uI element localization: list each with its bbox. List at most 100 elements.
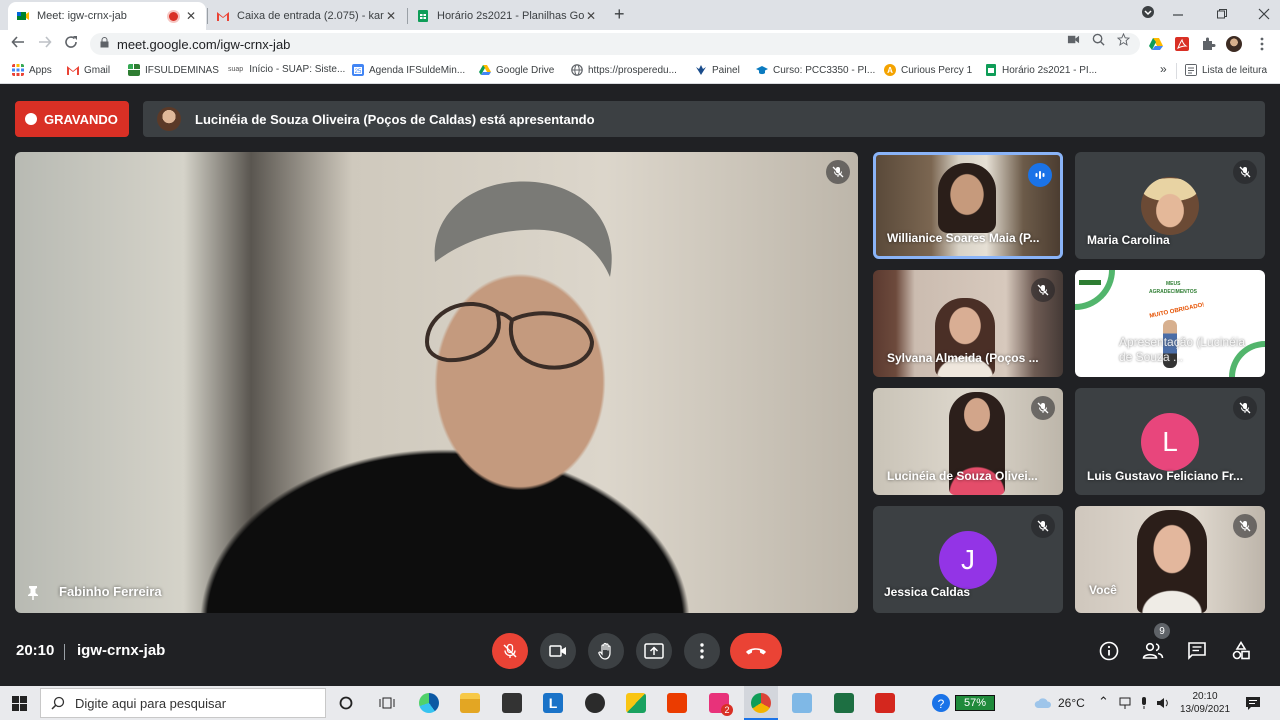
windows-start-icon[interactable]: [12, 696, 27, 711]
meeting-details-button[interactable]: [1097, 639, 1121, 663]
sticky-app-icon[interactable]: [626, 693, 646, 713]
office-icon[interactable]: [667, 693, 687, 713]
notification-app-icon[interactable]: 2: [709, 693, 733, 716]
bookmark-google-drive[interactable]: Google Drive: [479, 64, 554, 76]
volume-icon[interactable]: [1156, 696, 1170, 710]
tab-meet[interactable]: Meet: igw-crnx-jab ✕: [8, 2, 206, 30]
close-tab-icon[interactable]: ✕: [184, 9, 198, 23]
globe-icon: [571, 64, 583, 76]
participant-tile-luis-gustavo[interactable]: L Luis Gustavo Feliciano Fr...: [1075, 388, 1265, 495]
camera-toggle-button[interactable]: [540, 633, 576, 669]
participant-tile-sylvana[interactable]: Sylvana Almeida (Poços ...: [873, 270, 1063, 377]
url-field[interactable]: meet.google.com/igw-crnx-jab: [90, 33, 1140, 55]
chat-button[interactable]: [1185, 639, 1209, 663]
back-icon[interactable]: [11, 35, 25, 53]
microphone-tray-icon[interactable]: [1140, 696, 1148, 710]
slide-logo: [1079, 280, 1101, 285]
forward-icon[interactable]: [38, 35, 52, 53]
microsoft-store-icon[interactable]: [502, 693, 522, 713]
participant-avatar: [1141, 177, 1199, 235]
raise-hand-button[interactable]: [588, 633, 624, 669]
participant-tile-willianice[interactable]: Willianice Soares Maia (P...: [873, 152, 1063, 259]
new-tab-button[interactable]: +: [614, 4, 625, 25]
close-tab-icon[interactable]: ✕: [584, 9, 598, 23]
svg-text:A: A: [887, 66, 893, 75]
activities-button[interactable]: [1229, 639, 1253, 663]
help-icon[interactable]: ?: [932, 694, 950, 712]
app-l-icon[interactable]: L: [543, 693, 563, 713]
acrobat-icon[interactable]: [875, 693, 895, 713]
people-button[interactable]: [1141, 639, 1165, 663]
muted-mic-icon: [1031, 396, 1055, 420]
zoom-icon[interactable]: [1092, 33, 1105, 46]
participant-name: Luis Gustavo Feliciano Fr...: [1087, 469, 1244, 483]
excel-icon[interactable]: [834, 693, 854, 713]
battery-indicator[interactable]: 57%: [955, 695, 995, 711]
weather-temperature[interactable]: 26°C: [1058, 696, 1085, 710]
bookmark-suap[interactable]: suap Início - SUAP: Siste...: [228, 64, 345, 75]
remote-desktop-icon[interactable]: [792, 693, 812, 713]
bookmark-star-icon[interactable]: [1117, 33, 1130, 46]
bookmark-label: Agenda IFSuldeMin...: [369, 64, 466, 76]
network-icon[interactable]: [1119, 696, 1131, 710]
camera-permission-icon[interactable]: [1067, 33, 1080, 46]
more-options-button[interactable]: [684, 633, 720, 669]
edge-icon[interactable]: [419, 693, 439, 713]
present-screen-button[interactable]: [636, 633, 672, 669]
record-dot-icon: [25, 113, 37, 125]
reload-icon[interactable]: [64, 35, 78, 53]
tray-chevron-up-icon[interactable]: ⌃: [1098, 694, 1109, 710]
bookmark-agenda[interactable]: 25 Agenda IFSuldeMin...: [352, 64, 465, 76]
participant-video: [1137, 510, 1207, 613]
main-speaker-tile[interactable]: Fabinho Ferreira: [15, 152, 858, 613]
profile-avatar[interactable]: [1226, 36, 1242, 52]
recording-indicator-icon: [169, 11, 178, 21]
adobe-acrobat-extension-icon[interactable]: [1174, 36, 1190, 52]
meeting-clock: 20:10: [16, 642, 55, 659]
participant-tile-maria-carolina[interactable]: Maria Carolina: [1075, 152, 1265, 259]
minimize-icon[interactable]: [1172, 8, 1184, 24]
bookmark-horario[interactable]: Horário 2s2021 - PI...: [985, 64, 1097, 76]
browser-menu-icon[interactable]: [1254, 36, 1270, 52]
maximize-icon[interactable]: [1216, 7, 1228, 23]
tab-search-icon[interactable]: [1141, 5, 1155, 22]
cortana-icon[interactable]: [339, 696, 353, 710]
task-view-icon[interactable]: [379, 696, 395, 710]
recording-badge[interactable]: GRAVANDO: [15, 101, 129, 137]
presentation-tile[interactable]: MEUS AGRADECIMENTOS MUITO OBRIGADO! Apre…: [1075, 270, 1265, 377]
taskbar-search-box[interactable]: Digite aqui para pesquisar: [40, 688, 326, 718]
bookmark-gmail[interactable]: Gmail: [67, 64, 110, 76]
pin-icon[interactable]: [27, 585, 39, 601]
google-drive-extension-icon[interactable]: [1148, 36, 1164, 52]
participant-tile-lucineia[interactable]: Lucinéia de Souza Olivei...: [873, 388, 1063, 495]
bookmark-prosperedu[interactable]: https://prosperedu...: [571, 64, 677, 76]
leave-call-button[interactable]: [730, 633, 782, 669]
taskbar-clock[interactable]: 20:10 13/09/2021: [1178, 690, 1232, 716]
obs-icon[interactable]: [585, 693, 605, 713]
bookmark-painel[interactable]: Painel: [695, 64, 740, 76]
extensions-puzzle-icon[interactable]: [1200, 36, 1216, 52]
tab-sheets[interactable]: Horário 2s2021 - Planilhas Goog ✕: [408, 2, 606, 30]
close-tab-icon[interactable]: ✕: [384, 9, 398, 23]
microphone-toggle-button[interactable]: [492, 633, 528, 669]
bookmark-curious-percy[interactable]: A Curious Percy 1: [884, 64, 972, 76]
participant-tile-self[interactable]: Você: [1075, 506, 1265, 613]
chrome-icon[interactable]: [751, 693, 771, 713]
tab-gmail[interactable]: Caixa de entrada (2.075) - karin.g ✕: [208, 2, 406, 30]
close-window-icon[interactable]: [1258, 7, 1270, 23]
browser-tab-strip: Meet: igw-crnx-jab ✕ Caixa de entrada (2…: [0, 0, 1280, 30]
reading-list-button[interactable]: Lista de leitura: [1185, 64, 1267, 76]
bookmark-curso-pcc3350[interactable]: Curso: PCC3350 - PI...: [756, 64, 875, 76]
file-explorer-icon[interactable]: [460, 693, 480, 713]
participant-name: Willianice Soares Maia (P...: [887, 231, 1040, 245]
bookmark-apps[interactable]: Apps: [12, 64, 52, 76]
participant-name: Apresentação (Lucinéia de Souza ...: [1119, 335, 1246, 364]
bookmarks-overflow-button[interactable]: »: [1160, 62, 1167, 76]
action-center-icon[interactable]: [1245, 695, 1261, 711]
muted-mic-icon: [1031, 514, 1055, 538]
participant-tile-jessica[interactable]: J Jessica Caldas: [873, 506, 1063, 613]
gmail-icon: [217, 12, 229, 21]
bookmark-ifsuldeminas[interactable]: IFSULDEMINAS: [128, 64, 219, 76]
bookmark-label: Curso: PCC3350 - PI...: [773, 64, 876, 76]
more-vertical-icon: [700, 643, 704, 659]
